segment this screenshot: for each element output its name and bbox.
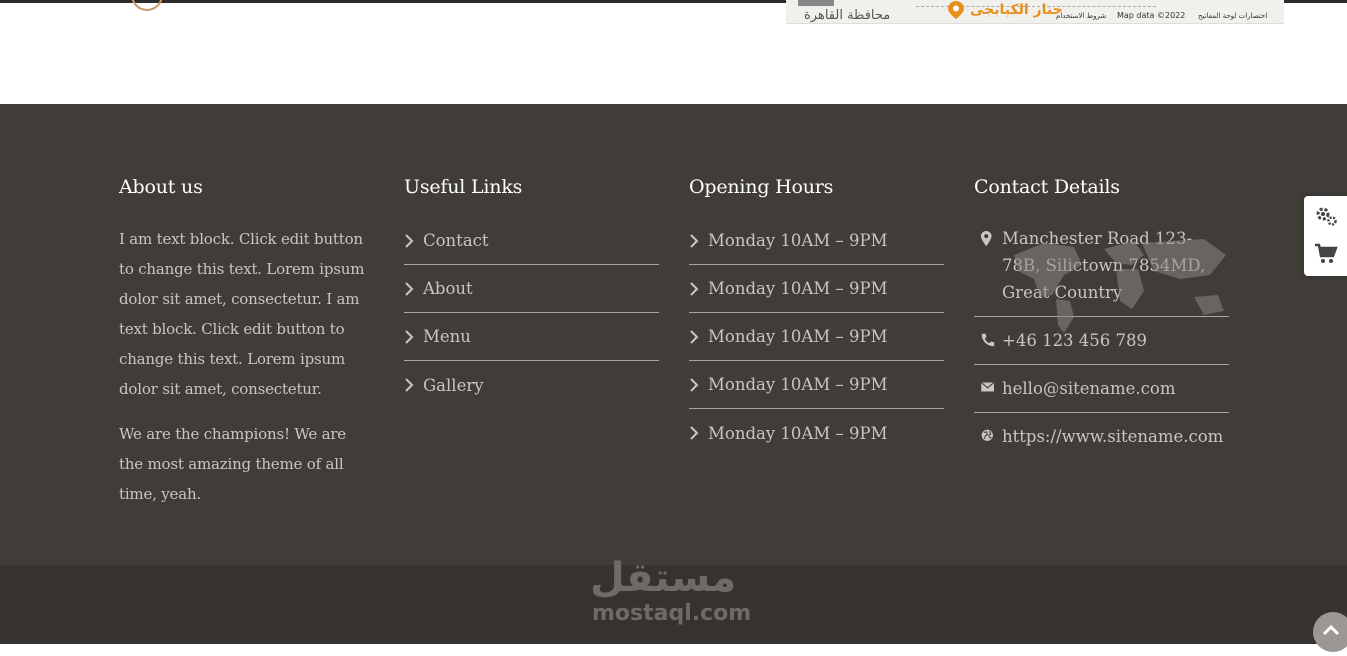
contact-phone-text[interactable]: +46 123 456 789 (1002, 327, 1147, 354)
envelope-icon (980, 382, 995, 392)
chevron-up-icon (1322, 624, 1340, 636)
contact-details-list: Manchester Road 123-78B, Silictown 7854M… (974, 215, 1229, 460)
useful-link-label[interactable]: Gallery (423, 376, 484, 395)
contact-email-text[interactable]: hello@sitename.com (1002, 375, 1175, 402)
about-paragraph: I am text block. Click edit button to ch… (119, 230, 365, 398)
opening-hours-list: Monday 10AM – 9PM Monday 10AM – 9PM Mond… (689, 217, 944, 457)
hours-item: Monday 10AM – 9PM (689, 409, 944, 457)
about-paragraph: We are the champions! We are the most am… (119, 425, 346, 503)
contact-website-text[interactable]: https://www.sitename.com (1002, 423, 1223, 450)
watermark-arabic: مستقل (590, 555, 737, 601)
footer-links-column: Useful Links Contact About Menu Gallery (404, 174, 659, 409)
useful-link-contact[interactable]: Contact (404, 217, 659, 265)
phone-icon (981, 333, 995, 347)
logo-partial (131, 0, 163, 11)
map-terms-link[interactable]: شروط الاستخدام (1056, 12, 1106, 20)
cart-icon[interactable] (1314, 242, 1338, 266)
chevron-right-icon (690, 426, 699, 440)
contact-email[interactable]: hello@sitename.com (974, 365, 1229, 413)
useful-link-gallery[interactable]: Gallery (404, 361, 659, 409)
chevron-right-icon (690, 329, 699, 344)
hours-label: Monday 10AM – 9PM (708, 375, 888, 394)
gears-icon[interactable] (1314, 204, 1338, 228)
chevron-right-icon (405, 233, 414, 248)
hours-label: Monday 10AM – 9PM (708, 327, 888, 346)
contact-heading: Contact Details (974, 176, 1120, 198)
useful-link-about[interactable]: About (404, 265, 659, 313)
chevron-right-icon (405, 281, 414, 296)
chevron-right-icon (690, 377, 699, 392)
about-heading: About us (119, 176, 203, 198)
hours-item: Monday 10AM – 9PM (689, 217, 944, 265)
chevron-right-icon (405, 329, 414, 344)
about-text: I am text block. Click edit button to ch… (119, 224, 374, 509)
useful-link-label[interactable]: Menu (423, 327, 471, 346)
useful-link-label[interactable]: About (423, 279, 473, 298)
map-governorate-label: محافظة القاهرة (804, 8, 891, 23)
chevron-right-icon (690, 233, 699, 248)
contact-phone[interactable]: +46 123 456 789 (974, 317, 1229, 365)
side-widget (1304, 196, 1347, 276)
contact-address-text: Manchester Road 123-78B, Silictown 7854M… (1002, 229, 1206, 302)
hours-label: Monday 10AM – 9PM (708, 231, 888, 250)
chevron-right-icon (405, 378, 414, 392)
chevron-right-icon (690, 281, 699, 296)
hours-label: Monday 10AM – 9PM (708, 279, 888, 298)
map-data-attribution: Map data ©2022 (1117, 11, 1186, 20)
watermark-latin: mostaql.com (592, 601, 752, 626)
map-control-partial[interactable] (798, 0, 834, 6)
hours-item: Monday 10AM – 9PM (689, 361, 944, 409)
map-pin-icon[interactable] (948, 1, 964, 19)
hours-label: Monday 10AM – 9PM (708, 423, 888, 443)
useful-links-list: Contact About Menu Gallery (404, 217, 659, 409)
scroll-to-top-button[interactable] (1313, 612, 1347, 652)
footer-hours-column: Opening Hours Monday 10AM – 9PM Monday 1… (689, 174, 944, 457)
hours-heading: Opening Hours (689, 176, 834, 198)
useful-link-label[interactable]: Contact (423, 231, 489, 250)
map-place-label[interactable]: جنار الكبابجى (970, 2, 1063, 18)
links-heading: Useful Links (404, 176, 523, 198)
map-shortcuts-link[interactable]: اختصارات لوحة المفاتيح (1198, 12, 1267, 20)
hours-item: Monday 10AM – 9PM (689, 265, 944, 313)
globe-icon (981, 429, 993, 441)
footer-about-column: About us I am text block. Click edit but… (119, 174, 374, 509)
embedded-map[interactable]: محافظة القاهرة جنار الكبابجى شروط الاستخ… (786, 0, 1284, 24)
contact-website[interactable]: https://www.sitename.com (974, 413, 1229, 460)
footer-bottom-bar: مستقل mostaql.com (0, 555, 1347, 644)
site-footer: About us I am text block. Click edit but… (0, 104, 1347, 565)
hours-item: Monday 10AM – 9PM (689, 313, 944, 361)
footer-contact-column: Contact Details Manchester Road 123-78B,… (974, 174, 1229, 460)
contact-address: Manchester Road 123-78B, Silictown 7854M… (974, 215, 1229, 317)
useful-link-menu[interactable]: Menu (404, 313, 659, 361)
map-marker-icon (980, 231, 992, 247)
